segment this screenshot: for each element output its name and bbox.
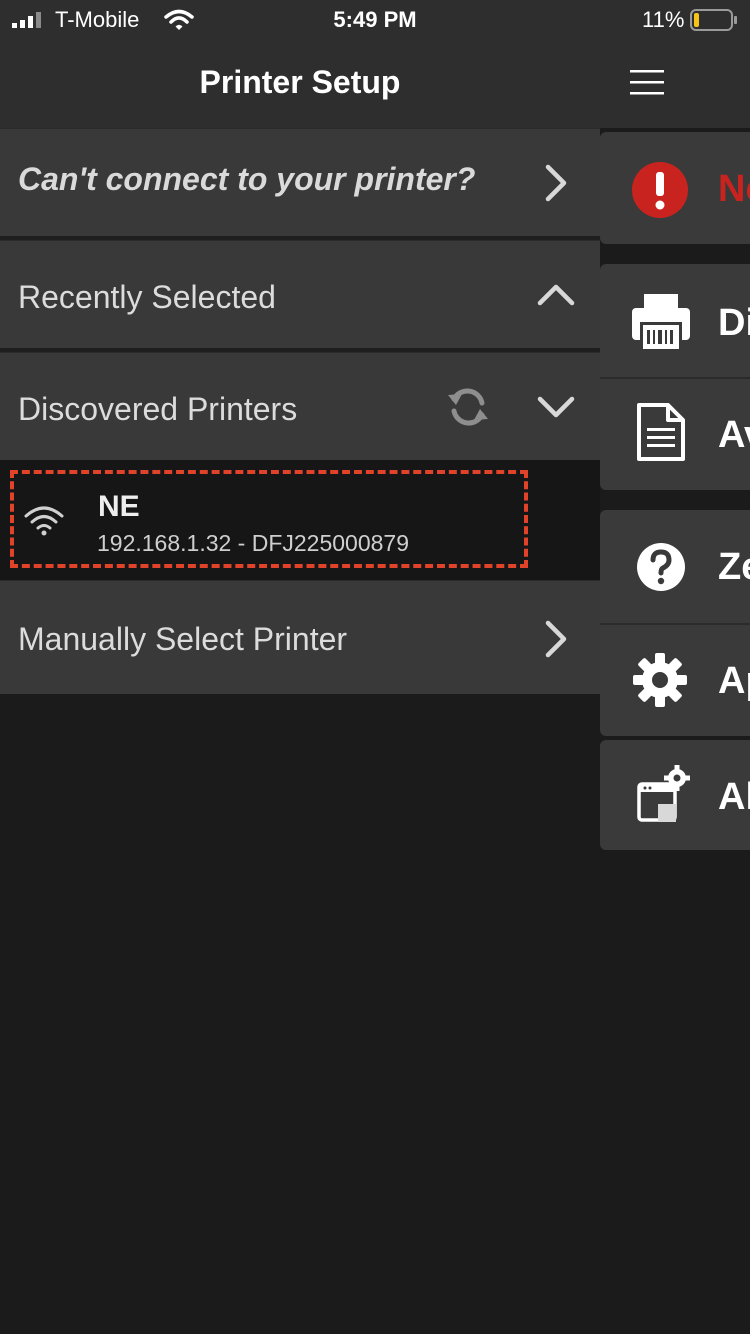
drawer-item-app-settings[interactable]: Al [600,740,750,850]
drawer-item-label: Ap [718,660,750,702]
discovered-printers-label: Discovered Printers [18,391,298,427]
drawer-item-printer[interactable]: Di [600,264,750,376]
chevron-right-icon [545,164,567,202]
printer-address: 192.168.1.32 - DFJ225000879 [97,530,410,556]
hamburger-icon[interactable] [630,68,666,98]
drawer-item-label: Di [718,302,750,344]
gear-icon [633,653,687,707]
drawer-item-label: Al [718,776,750,818]
drawer-item-help[interactable]: Ze [600,510,750,622]
drawer-item-status[interactable]: Ne [600,132,750,244]
chevron-right-icon [545,620,567,658]
top-bar: T-Mobile 5:49 PM 11% Printer Setup [0,0,750,128]
printer-name: NE [98,490,140,523]
page-title: Printer Setup [199,64,401,100]
chevron-up-icon [537,284,575,306]
manually-select-printer-row[interactable]: Manually Select Printer [0,580,600,694]
drawer-item-document[interactable]: Av [600,378,750,490]
drawer-item-settings[interactable]: Ap [600,624,750,736]
drawer-item-label: Av [718,414,750,456]
drawer-item-label: Ne [718,168,750,210]
recently-selected-label: Recently Selected [18,279,276,315]
drawer-group-printers: Di Av [600,264,750,490]
app-screen: T-Mobile 5:49 PM 11% Printer Setup Can't… [0,0,750,1334]
cant-connect-label: Can't connect to your printer? [18,161,476,197]
refresh-icon[interactable] [444,385,492,429]
clock: 5:49 PM [333,7,417,32]
error-icon [632,162,688,218]
help-icon [637,543,685,591]
discovered-printer-item[interactable]: NE 192.168.1.32 - DFJ225000879 [0,460,600,580]
cant-connect-row[interactable]: Can't connect to your printer? [0,128,600,236]
status-bar: T-Mobile 5:49 PM 11% [0,0,750,40]
manually-select-label: Manually Select Printer [18,621,348,657]
battery-icon [690,9,737,31]
drawer-group-support: Ze [600,510,750,736]
document-icon [637,403,685,461]
printer-icon [632,294,690,352]
recently-selected-row[interactable]: Recently Selected [0,240,600,348]
drawer-item-label: Ze [718,546,750,588]
discovered-printers-row[interactable]: Discovered Printers [0,352,600,460]
printer-setup-panel: Can't connect to your printer? Recently … [0,128,600,694]
wifi-icon [24,506,64,536]
chevron-down-icon [537,396,575,418]
window-settings-icon [637,765,690,822]
battery-percent: 11% [642,7,685,32]
